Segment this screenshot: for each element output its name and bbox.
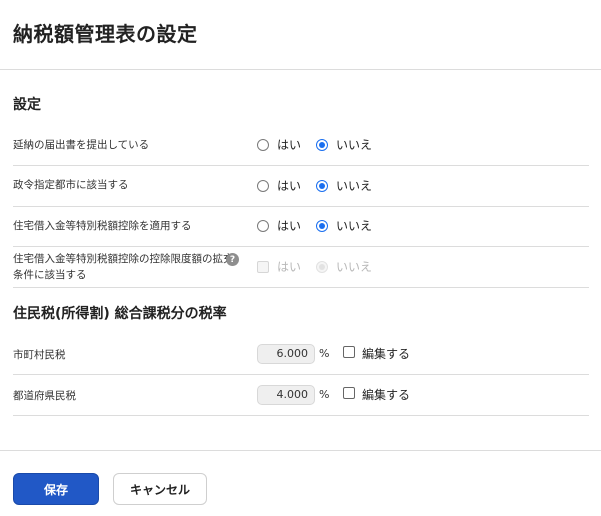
deferred-filing-radio-group: はい いいえ (257, 136, 387, 153)
housing-loan-extension-radio-group: はい いいえ (257, 258, 387, 275)
row-label: 住宅借入金等特別税額控除を適用する (13, 220, 192, 232)
row-label: 市町村民税 (13, 349, 66, 361)
radio-label-no: いいえ (336, 260, 373, 274)
designated-city-radio-group: はい いいえ (257, 177, 387, 194)
housing-loan-radio-group: はい いいえ (257, 217, 387, 234)
row-label: 延納の届出書を提出している (13, 139, 150, 151)
radio-label-yes: はい (277, 138, 302, 152)
prefectural-tax-rate-input: 4.000 (257, 385, 315, 405)
radio-label-no: いいえ (336, 179, 373, 193)
question-circle-icon[interactable]: ? (226, 253, 239, 266)
row-municipal-tax: 市町村民税 6.000 % 編集する (13, 334, 589, 375)
municipal-tax-edit-checkbox[interactable] (343, 346, 355, 358)
housing-loan-extension-no-radio (316, 260, 329, 273)
radio-label-no: いいえ (336, 138, 373, 152)
radio-label-yes: はい (277, 219, 302, 233)
prefectural-tax-edit-checkbox[interactable] (343, 387, 355, 399)
row-designated-city: 政令指定都市に該当する はい いいえ (13, 166, 589, 207)
row-label: 都道府県民税 (13, 390, 76, 402)
radio-label-yes: はい (277, 260, 302, 274)
cancel-button[interactable]: キャンセル (113, 473, 207, 505)
radio-label-no: いいえ (336, 219, 373, 233)
percent-unit: % (319, 347, 330, 360)
designated-city-no-radio[interactable] (316, 179, 329, 192)
housing-loan-extension-yes-radio (257, 260, 269, 273)
header-divider (0, 69, 601, 70)
save-button[interactable]: 保存 (13, 473, 99, 505)
edit-checkbox-label: 編集する (362, 388, 411, 402)
percent-unit: % (319, 388, 330, 401)
row-label: 住宅借入金等特別税額控除の控除限度額の拡充条件に該当する (13, 253, 234, 281)
deferred-filing-no-radio[interactable] (316, 138, 329, 151)
municipal-tax-rate-input: 6.000 (257, 344, 315, 364)
housing-loan-no-radio[interactable] (316, 219, 329, 232)
radio-label-yes: はい (277, 179, 302, 193)
page-title: 納税額管理表の設定 (13, 22, 198, 46)
rates-section-title: 住民税(所得割) 総合課税分の税率 (13, 306, 227, 322)
deferred-filing-yes-radio[interactable] (257, 138, 269, 151)
housing-loan-yes-radio[interactable] (257, 219, 269, 232)
row-housing-loan-credit: 住宅借入金等特別税額控除を適用する はい いいえ (13, 207, 589, 247)
row-prefectural-tax: 都道府県民税 4.000 % 編集する (13, 375, 589, 416)
row-deferred-filing: 延納の届出書を提出している はい いいえ (13, 125, 589, 166)
edit-checkbox-label: 編集する (362, 347, 411, 361)
designated-city-yes-radio[interactable] (257, 179, 269, 192)
row-label: 政令指定都市に該当する (13, 179, 129, 191)
footer-divider (0, 450, 601, 451)
settings-section-title: 設定 (13, 97, 41, 113)
row-housing-loan-extension: 住宅借入金等特別税額控除の控除限度額の拡充条件に該当する ? はい いいえ (13, 247, 589, 288)
